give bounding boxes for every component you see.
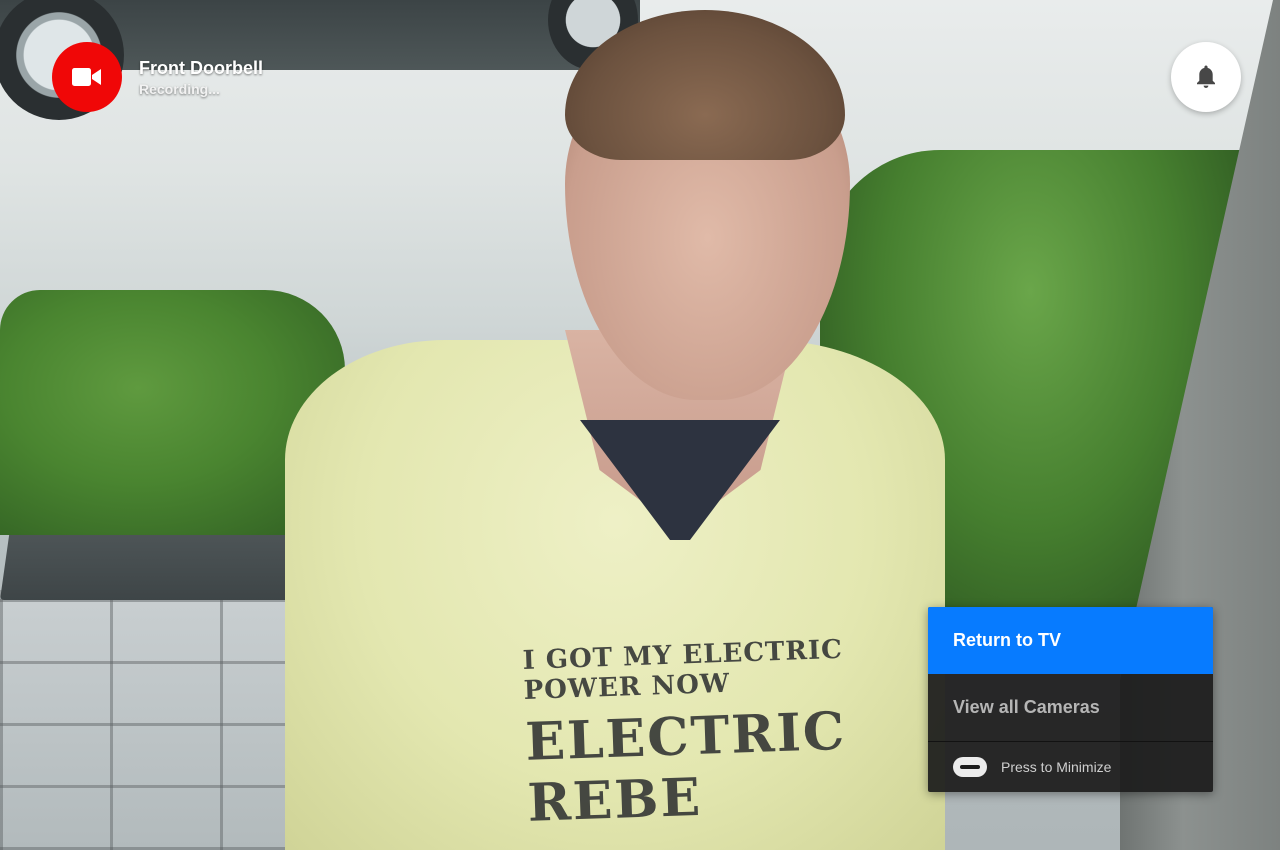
- recording-badge: [52, 42, 122, 112]
- bell-icon: [1197, 65, 1215, 88]
- shirt-print-line-1: I GOT MY ELECTRIC POWER NOW: [522, 634, 844, 706]
- feed-shirt-print: I GOT MY ELECTRIC POWER NOW ELECTRIC REB…: [522, 634, 868, 834]
- return-to-tv-button[interactable]: Return to TV: [928, 607, 1213, 674]
- video-camera-icon: [72, 68, 101, 86]
- shirt-print-line-2: ELECTRIC REBE: [524, 700, 848, 834]
- camera-info: Front Doorbell Recording...: [139, 58, 263, 97]
- minimize-hint-label: Press to Minimize: [1001, 759, 1112, 775]
- notifications-button[interactable]: [1171, 42, 1241, 112]
- camera-menu: Return to TV View all Cameras Press to M…: [928, 607, 1213, 792]
- camera-header: Front Doorbell Recording...: [52, 42, 263, 112]
- view-all-cameras-button[interactable]: View all Cameras: [928, 674, 1213, 742]
- minimize-button-icon: [953, 757, 987, 777]
- recording-status: Recording...: [139, 80, 220, 97]
- minimize-hint: Press to Minimize: [928, 742, 1213, 792]
- camera-title: Front Doorbell: [139, 57, 263, 78]
